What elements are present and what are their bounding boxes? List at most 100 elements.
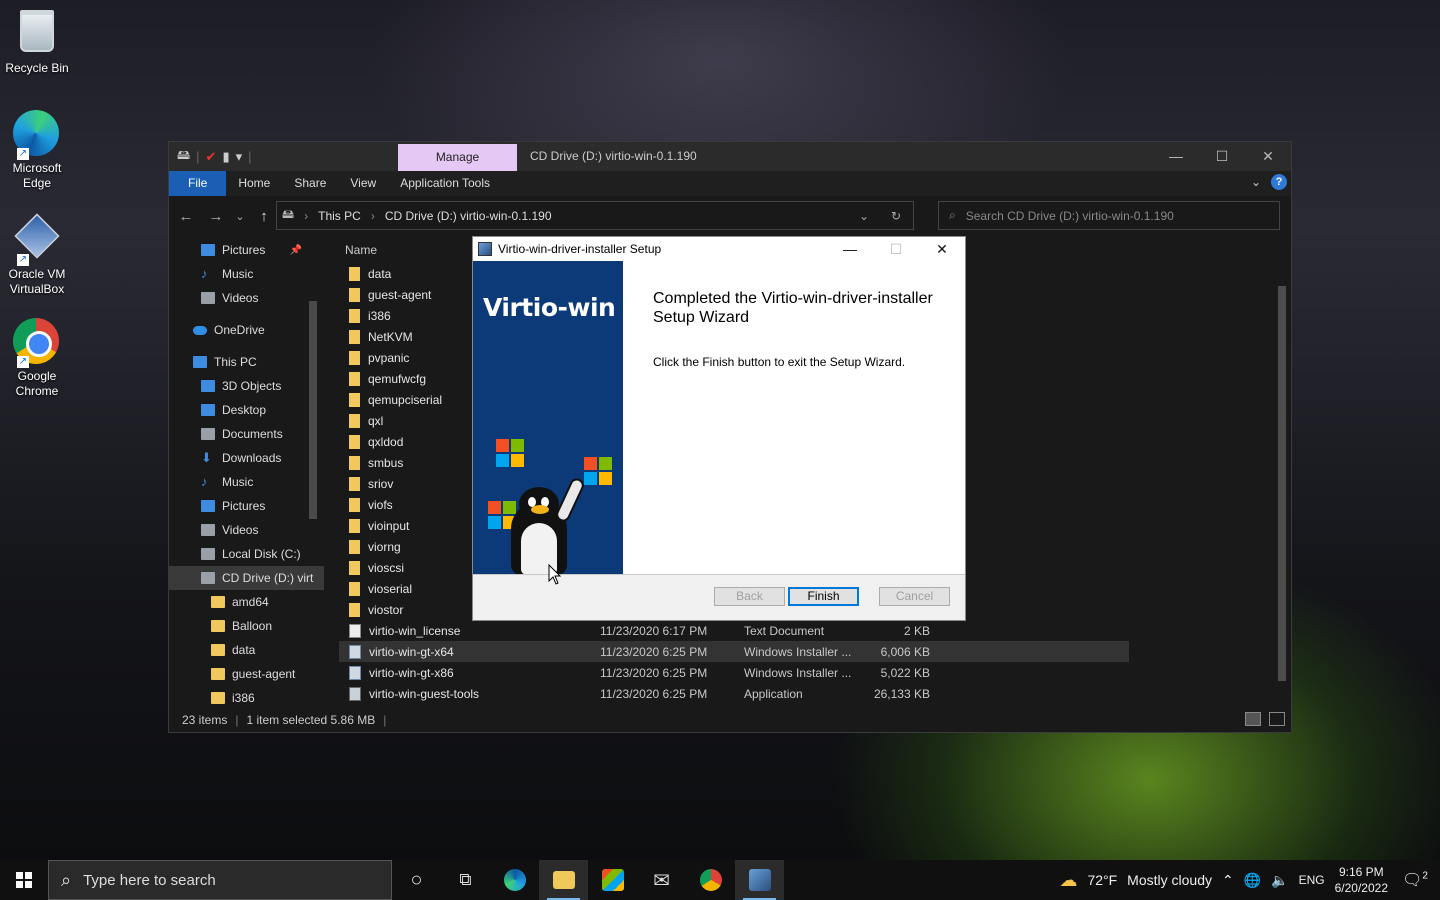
nav-item-music[interactable]: ♪ Music — [169, 470, 324, 494]
folder-icon — [349, 329, 360, 344]
expand-ribbon-icon[interactable]: ⌄ — [1251, 175, 1261, 189]
desktop-icon-chrome[interactable]: ↗ Google Chrome — [0, 318, 74, 399]
minimize-button[interactable]: — — [1153, 142, 1199, 171]
recent-locations-icon[interactable]: ⌄ — [235, 210, 245, 223]
list-item[interactable]: virtio-win-guest-tools 11/23/2020 6:25 PM… — [339, 683, 1129, 704]
action-center-button[interactable]: 🗨2 — [1398, 870, 1432, 890]
nav-item-pictures[interactable]: Pictures — [169, 494, 324, 518]
list-item[interactable]: virtio-win-gt-x86 11/23/2020 6:25 PM Windo… — [339, 662, 1129, 683]
refresh-icon[interactable]: ↻ — [891, 209, 901, 223]
breadcrumb-this-pc[interactable]: This PC — [313, 209, 366, 223]
address-dropdown-icon[interactable]: ⌄ — [859, 209, 869, 223]
drive-icon[interactable]: 🖴 — [177, 146, 190, 168]
new-folder-icon[interactable]: ▮ — [222, 149, 229, 165]
nav-item-3d-objects[interactable]: 3D Objects — [169, 374, 324, 398]
task-view-button[interactable]: ⧉ — [441, 860, 490, 900]
customize-toolbar-icon[interactable]: ▾ — [236, 149, 243, 165]
taskbar-file-explorer[interactable] — [539, 860, 588, 900]
list-item[interactable]: virtio-win_license 11/23/2020 6:17 PM Text… — [339, 620, 1129, 641]
nav-item-videos[interactable]: Videos — [169, 518, 324, 542]
weather-cloudy-icon[interactable]: ☁ — [1059, 870, 1077, 891]
tab-view[interactable]: View — [338, 171, 388, 196]
properties-icon[interactable]: ✔ — [206, 149, 217, 165]
nav-item-desktop[interactable]: Desktop — [169, 398, 324, 422]
nav-item-downloads[interactable]: ⬇ Downloads — [169, 446, 324, 470]
language-indicator[interactable]: ENG — [1299, 873, 1325, 887]
search-box[interactable]: ⌕ Search CD Drive (D:) virtio-win-0.1.19… — [938, 201, 1280, 230]
chrome-icon — [699, 869, 722, 891]
nav-item-videos[interactable]: Videos — [169, 286, 324, 310]
details-view-icon[interactable] — [1245, 712, 1261, 726]
tab-share[interactable]: Share — [282, 171, 338, 196]
scrollbar-thumb[interactable] — [1278, 286, 1286, 681]
nav-item-data[interactable]: data — [169, 638, 324, 662]
nav-item-local-disk[interactable]: Local Disk (C:) — [169, 542, 324, 566]
network-icon[interactable]: 🌐 — [1244, 872, 1261, 889]
nav-item-music[interactable]: ♪ Music — [169, 262, 324, 286]
taskbar-setup-installer[interactable] — [735, 860, 784, 900]
nav-item-onedrive[interactable]: OneDrive — [169, 318, 324, 342]
close-button[interactable]: ✕ — [1245, 142, 1291, 171]
nav-item-balloon[interactable]: Balloon — [169, 614, 324, 638]
taskbar-search-box[interactable]: ⌕ Type here to search — [48, 860, 392, 900]
desktop-icon-edge[interactable]: ↗ Microsoft Edge — [0, 110, 74, 191]
taskbar-edge[interactable] — [490, 860, 539, 900]
back-arrow-icon[interactable]: ← — [175, 208, 197, 225]
nav-item-i386[interactable]: i386 — [169, 686, 324, 710]
show-hidden-icons-icon[interactable]: ⌃ — [1222, 872, 1234, 889]
address-bar[interactable]: 🖴 › This PC › CD Drive (D:) virtio-win-0… — [276, 201, 914, 230]
file-size: 6,006 KB — [880, 644, 930, 659]
weather-temperature[interactable]: 72°F — [1087, 872, 1117, 888]
taskbar-store[interactable] — [588, 860, 637, 900]
maximize-button[interactable]: ☐ — [1199, 142, 1245, 171]
weather-description[interactable]: Mostly cloudy — [1127, 872, 1212, 888]
tab-application-tools[interactable]: Application Tools — [388, 171, 502, 196]
nav-item-documents[interactable]: Documents — [169, 422, 324, 446]
file-name: qxl — [368, 413, 384, 428]
file-name: qemupciserial — [368, 392, 443, 407]
manage-tab[interactable]: Manage — [398, 144, 517, 171]
nav-item-guest-agent[interactable]: guest-agent — [169, 662, 324, 686]
taskbar-mail[interactable]: ✉ — [637, 860, 686, 900]
desktop-icon — [201, 404, 215, 416]
desktop-icon-virtualbox[interactable]: ↗ Oracle VM VirtualBox — [0, 212, 74, 297]
breadcrumb-cd-drive[interactable]: CD Drive (D:) virtio-win-0.1.190 — [380, 209, 557, 223]
help-icon[interactable]: ? — [1271, 174, 1287, 190]
file-name: pvpanic — [368, 350, 410, 365]
dialog-close-button[interactable]: ✕ — [919, 237, 965, 261]
start-button[interactable] — [0, 860, 48, 900]
nav-pane-scrollbar[interactable] — [309, 301, 317, 519]
list-item[interactable]: virtio-win-gt-x64 11/23/2020 6:25 PM Windo… — [339, 641, 1129, 662]
nav-item-amd64[interactable]: amd64 — [169, 590, 324, 614]
file-size: 26,133 KB — [873, 686, 930, 701]
file-name-cell: virtio-win_license — [339, 623, 600, 638]
dialog-minimize-button[interactable]: — — [827, 237, 873, 261]
nav-item-pictures[interactable]: Pictures 📌 — [169, 238, 324, 262]
pin-icon[interactable]: 📌 — [290, 245, 302, 256]
clock[interactable]: 9:16 PM 6/20/2022 — [1335, 864, 1388, 896]
system-tray: ☁ 72°F Mostly cloudy ⌃ 🌐 🔈 ENG 9:16 PM 6… — [1059, 860, 1440, 900]
tab-file[interactable]: File — [169, 171, 227, 196]
large-icons-view-icon[interactable] — [1269, 712, 1285, 726]
volume-muted-icon[interactable]: 🔈 — [1271, 872, 1288, 889]
folder-icon — [349, 287, 360, 302]
setup-wizard-dialog: Virtio-win-driver-installer Setup — ☐ ✕ … — [472, 236, 966, 621]
dialog-title: Virtio-win-driver-installer Setup — [498, 242, 662, 256]
desktop-icon-recycle-bin[interactable]: Recycle Bin — [0, 6, 74, 76]
file-list-scrollbar[interactable] — [1277, 238, 1287, 710]
windows-logo-icon — [496, 439, 524, 467]
nav-item-cd-drive[interactable]: CD Drive (D:) virt — [169, 566, 324, 590]
up-arrow-icon[interactable]: ↑ — [253, 208, 275, 225]
cortana-button[interactable]: ○ — [392, 860, 441, 900]
videos-icon — [201, 524, 215, 536]
installer-icon — [349, 644, 361, 659]
nav-item-label: OneDrive — [214, 323, 265, 337]
file-name: virtio-win_license — [369, 623, 461, 638]
tab-home[interactable]: Home — [226, 171, 282, 196]
nav-item-this-pc[interactable]: This PC — [169, 350, 324, 374]
file-date: 11/23/2020 6:17 PM — [600, 623, 708, 638]
taskbar-chrome[interactable] — [686, 860, 735, 900]
finish-button[interactable]: Finish — [788, 587, 859, 606]
file-name-cell: virtio-win-guest-tools — [339, 686, 600, 701]
forward-arrow-icon[interactable]: → — [205, 208, 227, 225]
